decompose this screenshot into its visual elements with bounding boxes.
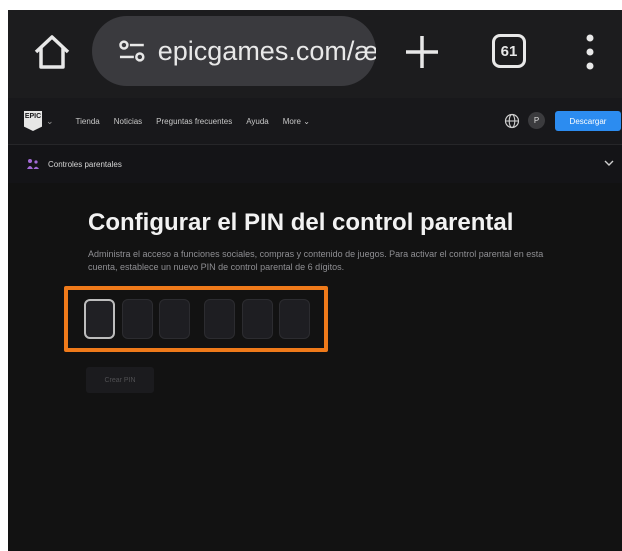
download-button[interactable]: Descargar	[555, 111, 621, 131]
create-pin-button[interactable]: Crear PIN	[86, 367, 154, 393]
pin-digit-input[interactable]	[242, 299, 273, 339]
pin-digit-input[interactable]	[204, 299, 235, 339]
new-tab-icon[interactable]	[400, 30, 444, 74]
pin-digit-input[interactable]	[122, 299, 153, 339]
page-description: Administra el acceso a funciones sociale…	[88, 249, 544, 272]
site-settings-icon[interactable]	[116, 35, 148, 67]
nav-link-more[interactable]: More ⌄	[283, 117, 310, 126]
chevron-down-icon[interactable]	[604, 159, 614, 167]
tab-switcher-button[interactable]: 61	[492, 34, 526, 68]
epic-games-logo[interactable]: EPIC	[24, 111, 42, 131]
pin-digit-input[interactable]	[279, 299, 310, 339]
url-text: epicgames.com/æ	[157, 35, 376, 66]
page-title: Configurar el PIN del control parental	[88, 209, 514, 236]
home-icon[interactable]	[30, 30, 74, 74]
browser-toolbar: epicgames.com/æ 61	[8, 10, 622, 98]
site-nav: EPIC ⌄ Tienda Noticias Preguntas frecuen…	[8, 98, 622, 145]
screen: epicgames.com/æ 61 EPIC ⌄ Tienda Noticia…	[8, 10, 622, 551]
chevron-down-icon[interactable]: ⌄	[46, 116, 54, 127]
subnav-label: Controles parentales	[48, 159, 122, 169]
nav-link-help[interactable]: Ayuda	[246, 117, 269, 126]
globe-icon[interactable]	[504, 113, 520, 129]
more-menu-icon[interactable]	[580, 32, 600, 72]
address-bar[interactable]: epicgames.com/æ	[92, 16, 376, 86]
pin-digit-input[interactable]	[159, 299, 190, 339]
nav-link-store[interactable]: Tienda	[76, 117, 100, 126]
pin-digit-input[interactable]	[84, 299, 115, 339]
parental-controls-bar[interactable]: Controles parentales	[8, 145, 622, 183]
nav-link-news[interactable]: Noticias	[114, 117, 142, 126]
nav-link-faq[interactable]: Preguntas frecuentes	[156, 117, 232, 126]
family-icon	[27, 159, 39, 169]
avatar[interactable]: P	[528, 112, 545, 129]
